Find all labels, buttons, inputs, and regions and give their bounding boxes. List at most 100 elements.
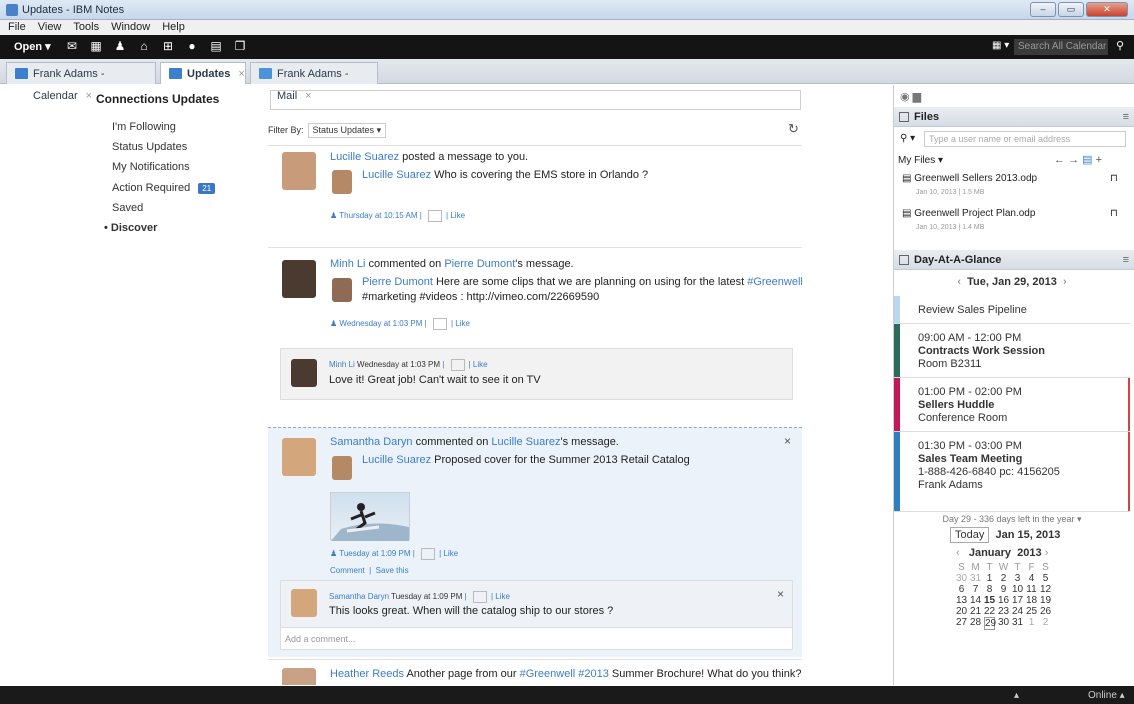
- menu-help[interactable]: Help: [162, 20, 185, 35]
- nav-my-notifications[interactable]: My Notifications: [112, 161, 190, 173]
- day-cell[interactable]: 9: [998, 584, 1009, 595]
- nav-discover[interactable]: • Discover: [104, 222, 157, 234]
- hashtag-link[interactable]: #Greenwell: [520, 668, 576, 680]
- my-files-dropdown[interactable]: My Files ▾: [898, 155, 943, 166]
- author-link[interactable]: Heather Reeds: [330, 668, 404, 680]
- nav-saved[interactable]: Saved: [112, 202, 143, 214]
- day-cell[interactable]: 1: [984, 573, 995, 584]
- day-cell-today[interactable]: 15: [984, 595, 995, 606]
- files-header[interactable]: Files ≡: [894, 107, 1134, 127]
- hashtag-link[interactable]: #2013: [578, 668, 609, 680]
- day-cell[interactable]: 16: [998, 595, 1009, 606]
- status-menu-icon[interactable]: ▴: [1014, 690, 1019, 701]
- filter-dropdown[interactable]: Status Updates ▾: [307, 123, 387, 138]
- close-tab-icon[interactable]: ×: [238, 68, 244, 80]
- day-cell[interactable]: 24: [1012, 606, 1023, 617]
- mail-icon[interactable]: ✉: [64, 38, 80, 54]
- day-cell[interactable]: 14: [970, 595, 981, 606]
- today-button[interactable]: Today: [950, 527, 990, 543]
- add-comment-input[interactable]: Add a comment...: [281, 627, 792, 649]
- close-icon[interactable]: ×: [777, 587, 784, 601]
- target-link[interactable]: Pierre Dumont: [444, 258, 515, 270]
- avatar[interactable]: [291, 589, 317, 617]
- next-month-icon[interactable]: ›: [1045, 547, 1049, 559]
- day-cell[interactable]: 7: [970, 584, 981, 595]
- target-link[interactable]: Lucille Suarez: [491, 436, 560, 448]
- menu-window[interactable]: Window: [111, 20, 150, 35]
- avatar[interactable]: [332, 278, 352, 302]
- online-status[interactable]: Online ▴: [1088, 690, 1125, 701]
- day-cell[interactable]: 22: [984, 606, 995, 617]
- avatar[interactable]: [282, 668, 316, 685]
- nav-action-required[interactable]: Action Required 21: [112, 182, 216, 194]
- forward-icon[interactable]: →: [1068, 154, 1079, 166]
- author-link[interactable]: Samantha Daryn: [329, 592, 389, 601]
- user-search-input[interactable]: Type a user name or email address: [924, 131, 1126, 147]
- like-link[interactable]: Like: [473, 360, 488, 369]
- day-cell[interactable]: 2: [998, 573, 1009, 584]
- comment-box-icon[interactable]: [428, 210, 443, 222]
- calendar-scope-icon[interactable]: ▦ ▾: [992, 40, 1009, 51]
- notebook-icon[interactable]: ▤: [208, 38, 224, 54]
- menu-view[interactable]: View: [38, 20, 62, 35]
- comment-box-icon[interactable]: [450, 359, 465, 371]
- prev-day-icon[interactable]: ‹: [957, 276, 961, 288]
- entry-time[interactable]: Tuesday at 1:09 PM: [339, 549, 410, 558]
- day-cell[interactable]: 3: [1012, 573, 1023, 584]
- avatar[interactable]: [332, 170, 352, 194]
- avatar[interactable]: [282, 152, 316, 190]
- author-link[interactable]: Pierre Dumont: [362, 276, 433, 288]
- author-link[interactable]: Lucille Suarez: [362, 169, 431, 181]
- day-cell[interactable]: 12: [1040, 584, 1051, 595]
- entry-time[interactable]: Wednesday at 1:03 PM: [339, 319, 422, 328]
- event-item[interactable]: 01:30 PM - 03:00 PM Sales Team Meeting 1-8…: [894, 432, 1130, 512]
- next-day-icon[interactable]: ›: [1063, 276, 1067, 288]
- day-cell[interactable]: 13: [956, 595, 967, 606]
- day-cell[interactable]: 18: [1026, 595, 1037, 606]
- like-link[interactable]: Like: [450, 211, 465, 220]
- search-calendar-input[interactable]: Search All Calendar: [1014, 39, 1108, 55]
- day-cell[interactable]: 10: [1012, 584, 1023, 595]
- catalog-cover-thumbnail[interactable]: [330, 492, 410, 541]
- entry-time[interactable]: Thursday at 10:15 AM: [339, 211, 417, 220]
- day-cell[interactable]: 2: [1040, 617, 1051, 630]
- like-link[interactable]: Like: [455, 319, 470, 328]
- prev-month-icon[interactable]: ‹: [956, 547, 960, 559]
- search-icon[interactable]: ⚲: [1116, 39, 1124, 52]
- day-cell[interactable]: 30: [956, 573, 967, 584]
- comment-link[interactable]: Comment: [330, 566, 365, 575]
- avatar[interactable]: [282, 438, 316, 476]
- author-link[interactable]: Lucille Suarez: [330, 151, 399, 163]
- event-item[interactable]: 09:00 AM - 12:00 PM Contracts Work Sessio…: [894, 324, 1130, 378]
- menu-icon[interactable]: ≡: [1123, 107, 1129, 127]
- author-link[interactable]: Minh Li: [330, 258, 365, 270]
- copy-icon[interactable]: ❐: [232, 38, 248, 54]
- tab-calendar[interactable]: Frank Adams - Calendar ×: [6, 62, 156, 102]
- refresh-icon[interactable]: ↻: [788, 121, 799, 137]
- sametime-icon[interactable]: ◉: [900, 91, 910, 103]
- menu-file[interactable]: File: [8, 20, 26, 35]
- day-cell[interactable]: 4: [1026, 573, 1037, 584]
- info-icon[interactable]: ●: [184, 38, 200, 54]
- home-icon[interactable]: ⌂: [136, 38, 152, 54]
- day-cell[interactable]: 26: [1040, 606, 1051, 617]
- avatar[interactable]: [282, 260, 316, 298]
- day-cell[interactable]: 20: [956, 606, 967, 617]
- apps-icon[interactable]: ⊞: [160, 38, 176, 54]
- contacts-icon[interactable]: ♟: [112, 38, 128, 54]
- hashtag-link[interactable]: #Greenwell: [747, 276, 802, 288]
- day-cell[interactable]: 21: [970, 606, 981, 617]
- add-icon[interactable]: +: [1096, 154, 1102, 166]
- avatar[interactable]: [332, 456, 352, 480]
- day-cell[interactable]: 25: [1026, 606, 1037, 617]
- day-cell-selected[interactable]: 29: [984, 617, 996, 630]
- author-link[interactable]: Samantha Daryn: [330, 436, 413, 448]
- day-cell[interactable]: 11: [1026, 584, 1037, 595]
- share-icon[interactable]: ⊓: [1110, 173, 1118, 184]
- like-link[interactable]: Like: [443, 549, 458, 558]
- maximize-button[interactable]: ▭: [1058, 2, 1084, 17]
- comment-box-icon[interactable]: [432, 318, 447, 330]
- day-cell[interactable]: 8: [984, 584, 995, 595]
- avatar[interactable]: [291, 359, 317, 387]
- open-button[interactable]: Open ▾: [14, 40, 51, 53]
